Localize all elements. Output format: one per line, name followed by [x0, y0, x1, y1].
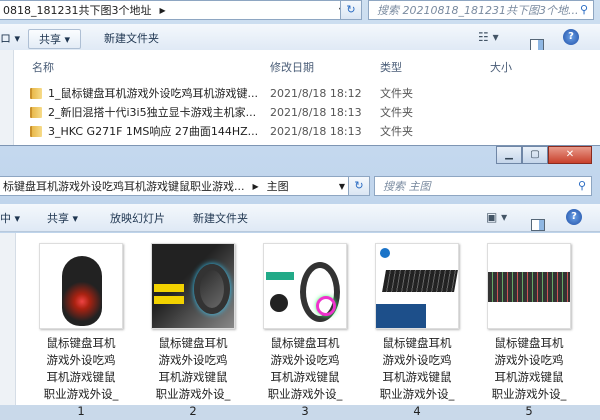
headset-thumbnail: [151, 243, 235, 329]
folder-icon: [30, 87, 42, 99]
search-input[interactable]: 搜索 主图 ⚲: [374, 176, 592, 196]
row-name: 2_新旧混搭十代i3i5独立显卡游戏主机家...: [48, 106, 257, 119]
minimize-button[interactable]: ▁: [496, 146, 522, 164]
column-date[interactable]: 修改日期: [270, 59, 314, 75]
scrollbar[interactable]: [0, 233, 16, 405]
slideshow-button[interactable]: 放映幻灯片: [110, 209, 165, 229]
mouse-thumbnail: [39, 243, 123, 329]
search-placeholder: 搜索 20210818_181231共下图3个地...: [377, 4, 579, 17]
share-button[interactable]: 共享 ▾: [47, 209, 78, 229]
keyboard-thumbnail: [487, 243, 571, 329]
keyboard-thumbnail: [375, 243, 459, 329]
row-type: 文件夹: [380, 87, 413, 100]
scrollbar[interactable]: [0, 50, 14, 150]
row-date: 2021/8/18 18:13: [270, 105, 362, 119]
help-icon[interactable]: ?: [566, 209, 582, 225]
address-bar[interactable]: 标键盘耳机游戏外设吃鸡耳机游戏键鼠职业游戏... ▶ 主图 ▼: [0, 176, 352, 196]
new-folder-button[interactable]: 新建文件夹: [193, 209, 248, 229]
toolbar: ロ ▾ 共享 ▾ 新建文件夹 ☷ ▾ ?: [0, 24, 600, 52]
column-size[interactable]: 大小: [490, 59, 512, 75]
thumbnail-view: 鼠标键盘耳机游戏外设吃鸡耳机游戏键鼠职业游戏外设_1 鼠标键盘耳机游戏外设吃鸡耳…: [0, 233, 600, 418]
back-explorer-window: 0818_181231共下图3个地址 ▶ ▼ ↻ 搜索 20210818_181…: [0, 0, 600, 150]
organize-button[interactable]: 中 ▾: [0, 209, 20, 229]
preview-pane-icon[interactable]: [531, 219, 545, 231]
file-list: 名称 修改日期 类型 大小 1_鼠标键盘耳机游戏外设吃鸡耳机游戏键... 202…: [0, 50, 600, 150]
table-row[interactable]: 1_鼠标键盘耳机游戏外设吃鸡耳机游戏键... 2021/8/18 18:12 文…: [30, 84, 430, 102]
headset-thumbnail: [263, 243, 347, 329]
file-tile[interactable]: 鼠标键盘耳机游戏外设吃鸡耳机游戏键鼠职业游戏外设_5: [484, 243, 574, 420]
row-type: 文件夹: [380, 106, 413, 119]
breadcrumb-arrow-icon[interactable]: ▶: [253, 182, 259, 191]
file-tile[interactable]: 鼠标键盘耳机游戏外设吃鸡耳机游戏键鼠职业游戏外设_4: [372, 243, 462, 420]
row-date: 2021/8/18 18:13: [270, 124, 362, 138]
front-explorer-window: ▁ ▢ ✕ 标键盘耳机游戏外设吃鸡耳机游戏键鼠职业游戏... ▶ 主图 ▼ ↻ …: [0, 145, 600, 418]
file-name: 鼠标键盘耳机游戏外设吃鸡耳机游戏键鼠职业游戏外设_2: [155, 336, 231, 418]
file-tile[interactable]: 鼠标键盘耳机游戏外设吃鸡耳机游戏键鼠职业游戏外设_1: [36, 243, 126, 420]
address-path: 标键盘耳机游戏外设吃鸡耳机游戏键鼠职业游戏...: [3, 180, 245, 193]
new-folder-button[interactable]: 新建文件夹: [104, 29, 159, 49]
breadcrumb-arrow-icon[interactable]: ▶: [159, 6, 165, 15]
organize-button[interactable]: ロ ▾: [0, 29, 20, 49]
refresh-button[interactable]: ↻: [348, 176, 370, 196]
row-name: 1_鼠标键盘耳机游戏外设吃鸡耳机游戏键...: [48, 87, 258, 100]
folder-icon: [30, 106, 42, 118]
column-name[interactable]: 名称: [32, 59, 54, 75]
file-tile[interactable]: 鼠标键盘耳机游戏外设吃鸡耳机游戏键鼠职业游戏外设_2: [148, 243, 238, 420]
file-name: 鼠标键盘耳机游戏外设吃鸡耳机游戏键鼠职业游戏外设_4: [379, 336, 455, 418]
file-name: 鼠标键盘耳机游戏外设吃鸡耳机游戏键鼠职业游戏外设_3: [267, 336, 343, 418]
address-dropdown-icon[interactable]: ▼: [339, 182, 345, 191]
table-row[interactable]: 2_新旧混搭十代i3i5独立显卡游戏主机家... 2021/8/18 18:13…: [30, 103, 430, 121]
search-icon: ⚲: [577, 179, 586, 192]
search-placeholder: 搜索 主图: [383, 180, 431, 193]
file-tile[interactable]: 鼠标键盘耳机游戏外设吃鸡耳机游戏键鼠职业游戏外设_3: [260, 243, 350, 420]
file-name: 鼠标键盘耳机游戏外设吃鸡耳机游戏键鼠职业游戏外设_1: [43, 336, 119, 418]
address-current[interactable]: 主图: [267, 178, 289, 194]
help-icon[interactable]: ?: [563, 29, 579, 45]
search-icon: ⚲: [579, 3, 588, 16]
row-date: 2021/8/18 18:12: [270, 86, 362, 100]
search-input[interactable]: 搜索 20210818_181231共下图3个地... ⚲: [368, 0, 594, 20]
refresh-button[interactable]: ↻: [340, 0, 362, 20]
column-type[interactable]: 类型: [380, 59, 402, 75]
table-row[interactable]: 3_HKC G271F 1MS响应 27曲面144HZ... 2021/8/18…: [30, 122, 430, 140]
file-name: 鼠标键盘耳机游戏外设吃鸡耳机游戏键鼠职业游戏外设_5: [491, 336, 567, 418]
row-type: 文件夹: [380, 125, 413, 138]
address-path: 0818_181231共下图3个地址: [3, 4, 152, 17]
close-button[interactable]: ✕: [548, 146, 592, 164]
toolbar: 中 ▾ 共享 ▾ 放映幻灯片 新建文件夹 ▣ ▾ ?: [0, 204, 600, 232]
row-name: 3_HKC G271F 1MS响应 27曲面144HZ...: [48, 125, 259, 138]
share-button[interactable]: 共享 ▾: [28, 29, 82, 49]
window-controls: ▁ ▢ ✕: [496, 146, 592, 164]
maximize-button[interactable]: ▢: [522, 146, 548, 164]
view-options-icon[interactable]: ☷ ▾: [478, 30, 499, 44]
folder-icon: [30, 125, 42, 137]
view-options-icon[interactable]: ▣ ▾: [486, 210, 507, 224]
address-bar[interactable]: 0818_181231共下图3个地址 ▶ ▼: [0, 0, 352, 20]
